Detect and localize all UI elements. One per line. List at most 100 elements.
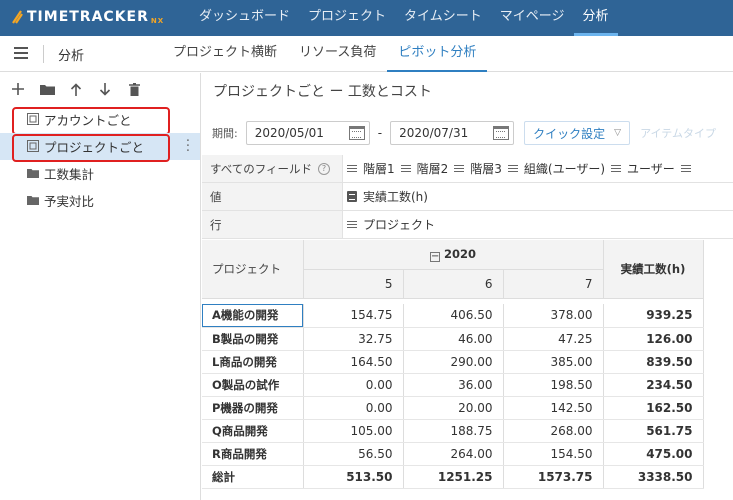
date-to-field[interactable]: 2020/07/31 — [390, 121, 515, 145]
grand-total-cell[interactable]: 3338.50 — [603, 465, 704, 489]
row-total-cell[interactable]: 162.50 — [603, 396, 704, 420]
values-zone: 実績工数(h) — [343, 183, 733, 210]
arrow-down-icon[interactable] — [97, 81, 113, 97]
field-chip-label: 階層3 — [470, 162, 502, 176]
menu-icon[interactable] — [14, 47, 28, 59]
table-cell[interactable]: 154.50 — [503, 442, 604, 466]
field-chip[interactable]: 階層3 — [454, 160, 502, 177]
item-type-filter[interactable]: アイテムタイプ — [640, 125, 716, 141]
table-cell[interactable]: 406.50 — [403, 304, 504, 328]
table-cell[interactable]: 32.75 — [303, 327, 404, 351]
row-total-cell[interactable]: 839.50 — [603, 350, 704, 374]
collapse-icon[interactable]: − — [429, 251, 440, 262]
drag-handle-icon[interactable] — [454, 164, 465, 173]
row-total-cell[interactable]: 234.50 — [603, 373, 704, 397]
field-chip[interactable]: 階層2 — [400, 160, 449, 177]
table-row: A機能の開発 154.75 406.50 378.00 939.25 — [202, 304, 704, 328]
row-total-cell[interactable]: 939.25 — [603, 304, 704, 328]
field-chip[interactable]: 階層1 — [347, 160, 395, 177]
field-chip[interactable] — [680, 164, 697, 173]
tree-item-project[interactable]: プロジェクトごと · · · — [0, 133, 200, 162]
drag-handle-icon[interactable] — [347, 164, 357, 173]
folder-icon[interactable] — [39, 81, 55, 97]
table-cell[interactable]: 142.50 — [503, 396, 604, 420]
drag-handle-icon[interactable] — [347, 220, 357, 229]
row-label[interactable]: P機器の開発 — [202, 396, 304, 420]
table-row: L商品の開発 164.50 290.00 385.00 839.50 — [202, 350, 704, 374]
tree-item-label: 予実対比 — [44, 194, 95, 209]
trash-icon[interactable] — [126, 81, 142, 97]
drag-handle-icon[interactable] — [400, 164, 411, 173]
field-chip-label: 階層2 — [416, 162, 449, 176]
table-cell[interactable]: 264.00 — [403, 442, 504, 466]
row-label[interactable]: R商品開発 — [202, 442, 304, 466]
tab-cross-project[interactable]: プロジェクト横断 — [162, 36, 288, 72]
drag-handle-icon[interactable] — [680, 164, 691, 173]
calendar-icon[interactable] — [493, 126, 510, 140]
tree-item-budget-vs-actual[interactable]: 予実対比 — [0, 187, 200, 214]
more-options-icon[interactable]: · · · — [186, 135, 190, 158]
date-from-field[interactable]: 2020/05/01 — [245, 121, 370, 145]
tab-resource-load[interactable]: リソース負荷 — [288, 36, 387, 72]
page-title: プロジェクトごと ー 工数とコスト — [213, 84, 432, 100]
drag-handle-icon[interactable] — [611, 164, 622, 173]
row-label[interactable]: A機能の開発 — [202, 304, 304, 328]
sidebar-toolbar — [10, 81, 142, 97]
tab-pivot-analysis[interactable]: ピボット分析 — [387, 36, 488, 72]
grand-total-cell[interactable]: 513.50 — [303, 465, 404, 489]
table-cell[interactable]: 36.00 — [403, 373, 504, 397]
table-cell[interactable]: 0.00 — [303, 396, 404, 420]
table-cell[interactable]: 188.75 — [403, 419, 504, 443]
logo-suffix: NX — [150, 16, 165, 25]
grand-total-cell[interactable]: 1251.25 — [403, 465, 504, 489]
row-label[interactable]: O製品の試作 — [202, 373, 304, 397]
report-sidebar: アカウントごと プロジェクトごと · · · 工数集計 予実対比 — [0, 73, 201, 500]
app-logo[interactable]: TIMETRACKER NX — [10, 9, 164, 25]
pivot-table: プロジェクト −2020 実績工数(h) 5 6 7 A機能の開発 154.75 4… — [202, 240, 704, 489]
field-chip[interactable]: 組織(ユーザー) — [507, 160, 605, 177]
field-chip[interactable]: ユーザー — [611, 160, 675, 177]
nav-mypage[interactable]: マイページ — [491, 0, 574, 36]
row-total-cell[interactable]: 126.00 — [603, 327, 704, 351]
value-field-chip[interactable]: 実績工数(h) — [347, 188, 428, 205]
table-cell[interactable]: 164.50 — [303, 350, 404, 374]
table-cell[interactable]: 46.00 — [403, 327, 504, 351]
table-cell[interactable]: 268.00 — [503, 419, 604, 443]
arrow-up-icon[interactable] — [68, 81, 84, 97]
table-cell[interactable]: 105.00 — [303, 419, 404, 443]
table-cell[interactable]: 385.00 — [503, 350, 604, 374]
table-row: O製品の試作 0.00 36.00 198.50 234.50 — [202, 373, 704, 397]
table-cell[interactable]: 56.50 — [303, 442, 404, 466]
row-total-cell[interactable]: 561.75 — [603, 419, 704, 443]
nav-analysis[interactable]: 分析 — [573, 0, 618, 36]
table-cell[interactable]: 378.00 — [503, 304, 604, 328]
date-from-value: 2020/05/01 — [254, 126, 324, 140]
row-field-chip[interactable]: プロジェクト — [347, 216, 435, 233]
nav-timesheet[interactable]: タイムシート — [395, 0, 491, 36]
drag-handle-icon[interactable] — [507, 164, 518, 173]
table-cell[interactable]: 0.00 — [303, 373, 404, 397]
nav-project[interactable]: プロジェクト — [299, 0, 395, 36]
table-cell[interactable]: 290.00 — [403, 350, 504, 374]
logo-text: TIMETRACKER — [27, 9, 149, 25]
table-cell[interactable]: 20.00 — [403, 396, 504, 420]
help-icon[interactable]: ? — [318, 162, 331, 175]
month-header: 6 — [403, 269, 504, 299]
row-label[interactable]: L商品の開発 — [202, 350, 304, 374]
tree-item-effort-summary[interactable]: 工数集計 — [0, 160, 200, 187]
table-cell[interactable]: 47.25 — [503, 327, 604, 351]
quick-setting-dropdown[interactable]: クイック設定 ▽ — [524, 121, 631, 145]
table-cell[interactable]: 154.75 — [303, 304, 404, 328]
table-cell[interactable]: 198.50 — [503, 373, 604, 397]
grand-total-cell[interactable]: 1573.75 — [503, 465, 604, 489]
nav-dashboard[interactable]: ダッシュボード — [190, 0, 299, 36]
calendar-icon[interactable] — [348, 126, 365, 140]
add-icon[interactable] — [10, 81, 26, 97]
row-label[interactable]: Q商品開発 — [202, 419, 304, 443]
row-total-cell[interactable]: 475.00 — [603, 442, 704, 466]
grand-total-row: 総計 513.50 1251.25 1573.75 3338.50 — [202, 465, 704, 489]
row-label[interactable]: B製品の開発 — [202, 327, 304, 351]
grand-total-label[interactable]: 総計 — [202, 465, 304, 489]
tree-item-account[interactable]: アカウントごと — [0, 106, 200, 135]
year-header: −2020 — [303, 240, 604, 270]
